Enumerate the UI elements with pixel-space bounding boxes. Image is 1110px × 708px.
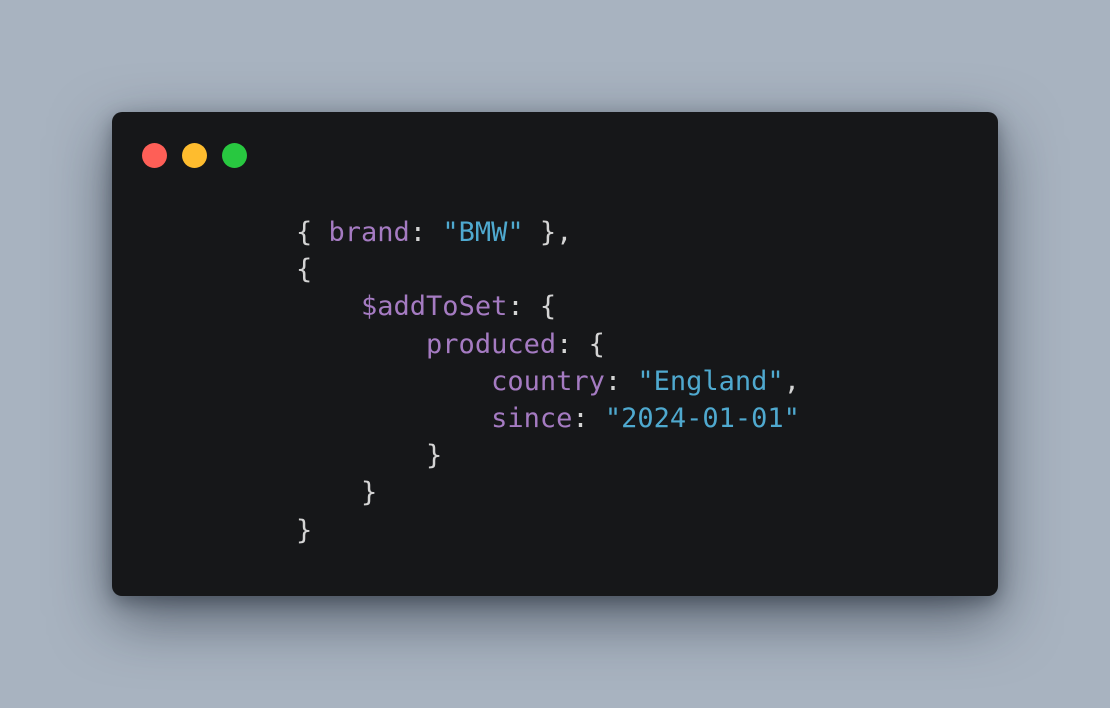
code-punctuation: : <box>409 217 443 248</box>
close-dot-icon[interactable] <box>142 143 167 168</box>
code-line: } <box>296 512 800 549</box>
code-punctuation: } <box>296 514 313 546</box>
code-punctuation: } <box>296 477 378 509</box>
code-line: produced: { <box>296 326 800 363</box>
code-punctuation: { <box>296 217 329 248</box>
code-key: produced <box>426 328 557 360</box>
code-punctuation <box>296 403 491 434</box>
code-punctuation: }, <box>523 217 573 248</box>
maximize-dot-icon[interactable] <box>222 143 247 168</box>
code-block: { brand: "BMW" },{ $addToSet: { produced… <box>296 214 800 549</box>
code-punctuation: } <box>296 440 443 472</box>
code-punctuation: : { <box>556 328 605 360</box>
code-key: since <box>491 402 573 434</box>
code-line: since: "2024-01-01" <box>296 400 800 437</box>
code-line: } <box>296 474 800 511</box>
code-string: "England" <box>637 365 784 397</box>
code-line: } <box>296 437 800 474</box>
window-controls <box>142 143 247 168</box>
code-punctuation <box>296 366 491 397</box>
code-key: country <box>491 365 605 397</box>
code-key: $addToSet <box>361 291 508 323</box>
code-window: { brand: "BMW" },{ $addToSet: { produced… <box>112 112 998 596</box>
code-key: brand <box>328 217 410 248</box>
code-punctuation <box>296 329 426 360</box>
code-string: "2024-01-01" <box>604 402 800 434</box>
code-line: $addToSet: { <box>296 288 800 325</box>
code-punctuation: : { <box>507 291 557 323</box>
code-punctuation: : <box>604 365 638 397</box>
code-line: { brand: "BMW" }, <box>296 214 800 251</box>
code-line: country: "England", <box>296 363 800 400</box>
minimize-dot-icon[interactable] <box>182 143 207 168</box>
code-punctuation <box>296 291 361 322</box>
code-punctuation: , <box>783 365 800 397</box>
code-string: "BMW" <box>442 217 524 248</box>
code-line: { <box>296 251 800 288</box>
code-punctuation: { <box>296 254 313 286</box>
code-punctuation: : <box>572 402 605 434</box>
